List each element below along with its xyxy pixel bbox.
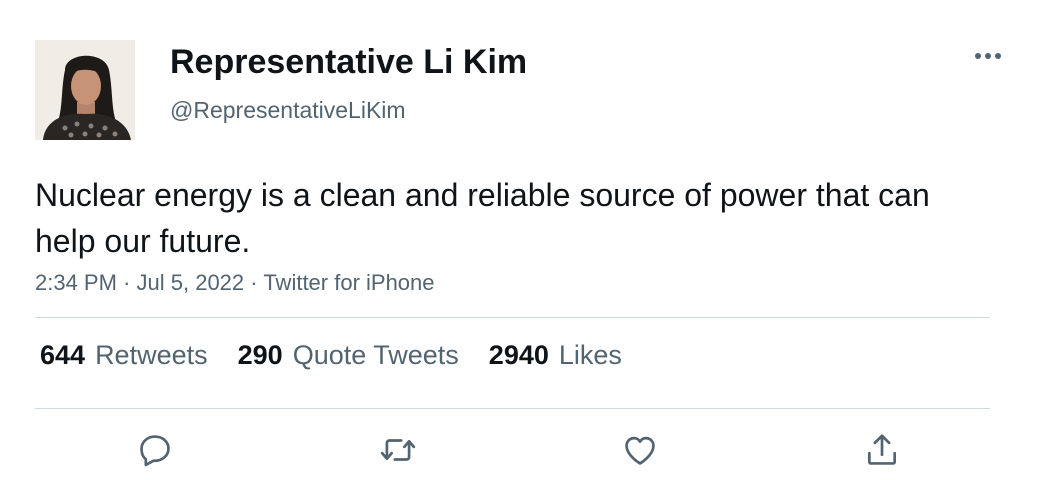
tweet-time[interactable]: 2:34 PM bbox=[35, 270, 117, 295]
tweet-stats: 644 Retweets 290 Quote Tweets 2940 Likes bbox=[40, 340, 622, 371]
retweet-button[interactable] bbox=[376, 428, 420, 472]
quote-tweets-label: Quote Tweets bbox=[292, 340, 459, 370]
retweets-stat[interactable]: 644 Retweets bbox=[40, 340, 208, 371]
likes-stat[interactable]: 2940 Likes bbox=[489, 340, 622, 371]
avatar-photo bbox=[35, 40, 135, 140]
reply-button[interactable] bbox=[133, 428, 177, 472]
likes-count: 2940 bbox=[488, 340, 549, 370]
divider bbox=[35, 408, 990, 409]
divider bbox=[35, 317, 990, 318]
likes-label: Likes bbox=[558, 340, 622, 370]
meta-separator: · bbox=[250, 270, 264, 295]
meta-separator: · bbox=[123, 270, 137, 295]
tweet-meta: 2:34 PM · Jul 5, 2022 · Twitter for iPho… bbox=[35, 270, 435, 296]
tweet-date[interactable]: Jul 5, 2022 bbox=[137, 270, 245, 295]
avatar[interactable] bbox=[35, 40, 135, 140]
tweet-source-link[interactable]: Twitter for iPhone bbox=[263, 270, 434, 295]
user-handle[interactable]: @RepresentativeLiKim bbox=[170, 97, 406, 124]
share-button[interactable] bbox=[860, 428, 904, 472]
like-button[interactable] bbox=[618, 428, 662, 472]
reply-icon bbox=[140, 435, 170, 467]
heart-icon bbox=[625, 436, 655, 465]
more-options-button[interactable] bbox=[970, 44, 1006, 68]
retweets-label: Retweets bbox=[95, 340, 208, 370]
quote-tweets-stat[interactable]: 290 Quote Tweets bbox=[238, 340, 459, 371]
tweet-actions bbox=[0, 428, 1050, 472]
more-horizontal-icon bbox=[975, 53, 1001, 59]
quote-tweets-count: 290 bbox=[237, 340, 283, 370]
retweet-icon bbox=[380, 439, 416, 461]
display-name[interactable]: Representative Li Kim bbox=[170, 43, 527, 82]
share-icon bbox=[867, 434, 897, 465]
tweet-text: Nuclear energy is a clean and reliable s… bbox=[35, 177, 930, 259]
retweets-count: 644 bbox=[40, 340, 86, 370]
